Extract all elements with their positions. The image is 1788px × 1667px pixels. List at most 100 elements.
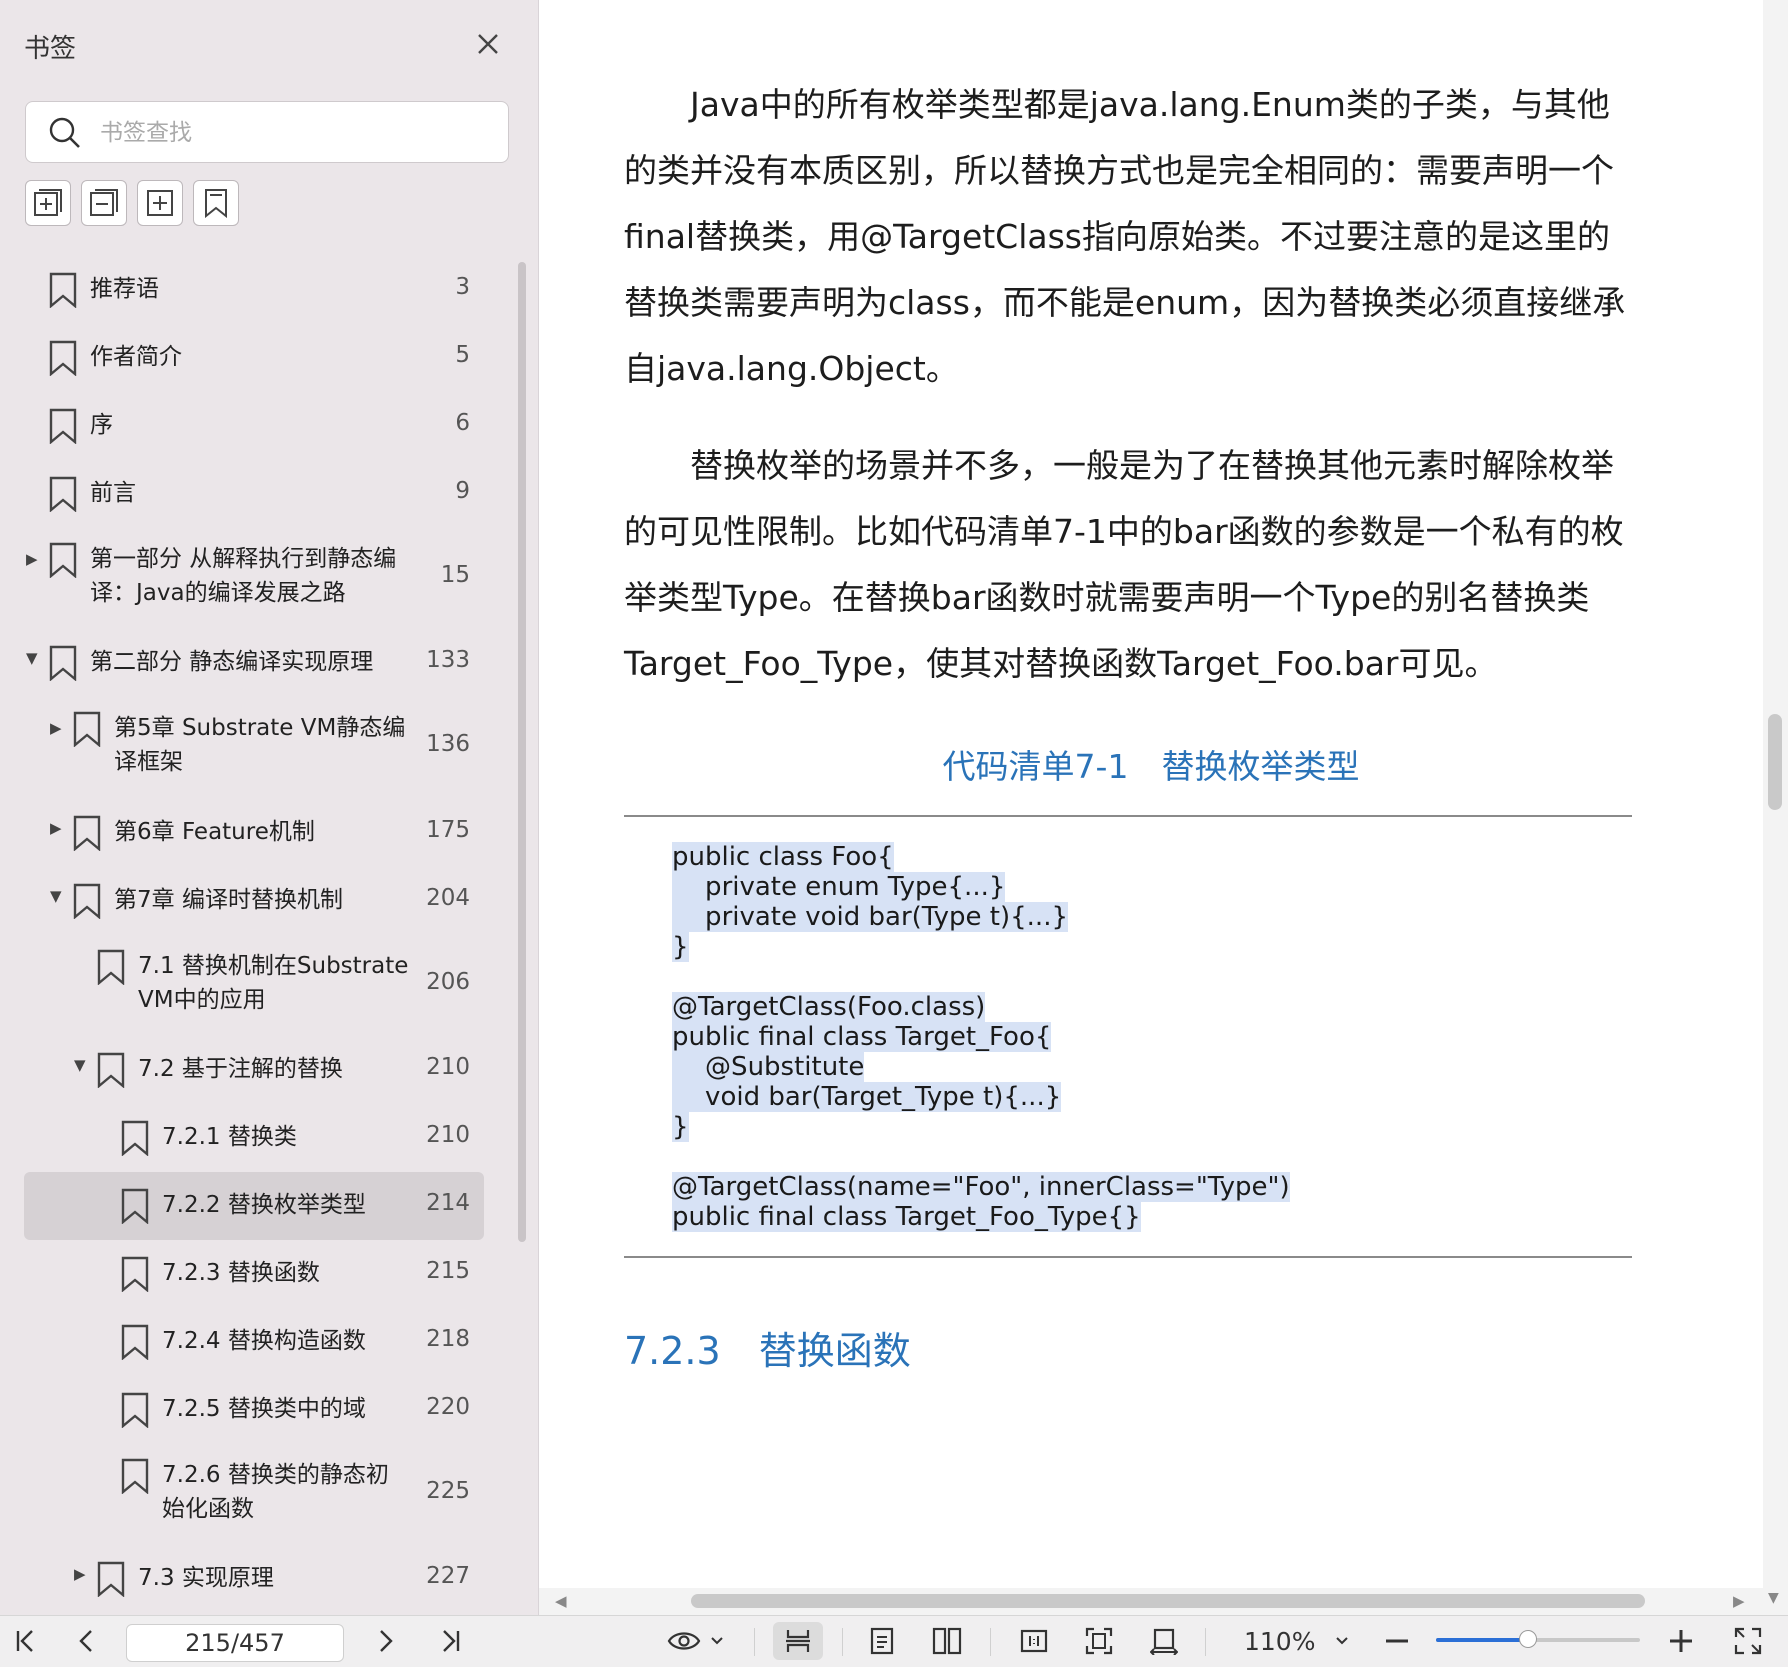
search-icon xyxy=(49,117,80,148)
bookmark-item[interactable]: 7.2.6 替换类的静态初 始化函数 225 xyxy=(24,1444,484,1545)
bookmark-label-line2: 译框架 xyxy=(114,749,183,775)
actual-size-button[interactable] xyxy=(1012,1622,1056,1660)
zoom-dropdown-button[interactable] xyxy=(1330,1622,1354,1660)
add-bookmark-icon xyxy=(34,189,62,216)
section-heading: 7.2.3 替换函数 xyxy=(624,1320,911,1375)
collapse-all-button[interactable] xyxy=(81,180,127,226)
bookmark-item[interactable]: ▶ 7.3 实现原理 227 xyxy=(24,1545,484,1613)
bookmark-item[interactable]: 序6 xyxy=(24,392,484,460)
code-line: private void bar(Type t){...} xyxy=(672,902,1290,932)
code-line-text: @TargetClass(Foo.class) xyxy=(672,992,986,1022)
bookmark-item[interactable]: ▼ 7.2 基于注解的替换 210 xyxy=(24,1036,484,1104)
bookmark-item[interactable]: 7.2.4 替换构造函数 218 xyxy=(24,1308,484,1376)
scroll-left-arrow-icon[interactable]: ◀ xyxy=(555,1592,567,1610)
collapsed-arrow-icon[interactable]: ▶ xyxy=(50,819,64,837)
fit-page-icon xyxy=(1085,1627,1113,1655)
bookmark-label: 7.2.4 替换构造函数 xyxy=(162,1328,366,1354)
last-page-icon xyxy=(443,1630,460,1652)
document-page: Java中的所有枚举类型都是java.lang.Enum类的子类，与其他 的类并… xyxy=(539,0,1763,1588)
bookmark-label-line2: 始化函数 xyxy=(162,1496,254,1522)
fit-page-button[interactable] xyxy=(1077,1622,1121,1660)
vertical-scrollbar[interactable]: ▼ xyxy=(1763,0,1788,1615)
zoom-level[interactable]: 110% xyxy=(1244,1624,1315,1660)
close-sidebar-button[interactable] xyxy=(470,26,506,62)
bookmark-label: 推荐语 xyxy=(90,276,159,302)
bookmark-icon xyxy=(205,189,227,218)
zoom-in-button[interactable] xyxy=(1664,1622,1698,1660)
code-line-text: public final class Target_Foo{ xyxy=(672,1022,1052,1052)
fit-width-button[interactable] xyxy=(1142,1622,1186,1660)
bookmark-item[interactable]: 7.2.2 替换枚举类型 214 xyxy=(24,1172,484,1240)
bookmark-item[interactable]: 推荐语 3 xyxy=(24,256,484,324)
code-line: } xyxy=(672,1112,1290,1142)
bookmark-flag-icon xyxy=(49,645,77,681)
bookmark-flag-icon xyxy=(49,340,77,376)
bookmark-flag-icon xyxy=(121,1458,149,1494)
bookmark-search-box[interactable] xyxy=(25,101,509,163)
bookmark-page-number: 9 xyxy=(455,478,470,504)
previous-page-button[interactable] xyxy=(68,1622,104,1660)
bookmark-page-number: 175 xyxy=(426,817,470,843)
last-page-button[interactable] xyxy=(432,1622,468,1660)
bookmark-item[interactable]: 作者简介 5 xyxy=(24,324,484,392)
first-page-button[interactable] xyxy=(8,1622,44,1660)
bookmark-item[interactable]: ▶ 第一部分 从解释执行到静态编 译：Java的编译发展之路 15 xyxy=(24,528,484,629)
add-child-bookmark-icon xyxy=(147,190,173,216)
continuous-scroll-button[interactable] xyxy=(773,1622,823,1660)
expanded-arrow-icon[interactable]: ▼ xyxy=(50,887,64,905)
zoom-slider-fill xyxy=(1436,1638,1528,1642)
zoom-slider-handle[interactable] xyxy=(1518,1630,1537,1648)
bookmark-flag-icon xyxy=(49,408,77,444)
view-mode-dropdown[interactable] xyxy=(664,1622,728,1660)
bookmark-flag-icon xyxy=(121,1188,149,1224)
sidebar-scrollbar[interactable] xyxy=(518,262,526,1242)
bookmark-label: 7.2.1 替换类 xyxy=(162,1124,297,1150)
bookmark-page-number: 210 xyxy=(426,1122,470,1148)
two-page-button[interactable] xyxy=(925,1622,969,1660)
bookmark-item[interactable]: ▼ 第7章 编译时替换机制 204 xyxy=(24,867,484,935)
collapsed-arrow-icon[interactable]: ▶ xyxy=(74,1565,88,1583)
bookmark-item[interactable]: 前言 9 xyxy=(24,460,484,528)
fullscreen-button[interactable] xyxy=(1728,1622,1768,1660)
bookmark-item[interactable]: 7.2.3 替换函数 215 xyxy=(24,1240,484,1308)
scroll-down-arrow-icon[interactable]: ▼ xyxy=(1768,1590,1779,1606)
expanded-arrow-icon[interactable]: ▼ xyxy=(74,1056,88,1074)
expanded-arrow-icon[interactable]: ▼ xyxy=(26,649,40,667)
vertical-scroll-thumb[interactable] xyxy=(1768,714,1782,810)
single-page-button[interactable] xyxy=(860,1622,904,1660)
page-number-input[interactable]: 215/457 xyxy=(126,1624,344,1662)
section-title: 替换函数 xyxy=(758,1329,911,1373)
bookmark-item[interactable]: ▼ 第二部分 静态编译实现原理 133 xyxy=(24,629,484,697)
toolbar-divider xyxy=(842,1628,843,1656)
bookmark-button[interactable] xyxy=(193,180,239,226)
bookmark-label: 序 xyxy=(90,412,113,438)
bookmark-label: 第5章 Substrate VM静态编 xyxy=(114,715,406,741)
zoom-slider[interactable] xyxy=(1436,1630,1640,1648)
close-icon xyxy=(478,34,498,54)
zoom-out-button[interactable] xyxy=(1380,1622,1414,1660)
bookmark-item[interactable]: 7.2.5 替换类中的域 220 xyxy=(24,1376,484,1444)
bookmark-item[interactable]: 7.1 替换机制在Substrate VM中的应用 206 xyxy=(24,935,484,1036)
bookmark-item[interactable]: ▶ 第6章 Feature机制 175 xyxy=(24,799,484,867)
code-line-text: public final class Target_Foo_Type{} xyxy=(672,1202,1141,1232)
collapsed-arrow-icon[interactable]: ▶ xyxy=(26,550,40,568)
toolbar-divider xyxy=(990,1628,991,1656)
collapsed-arrow-icon[interactable]: ▶ xyxy=(50,719,64,737)
scroll-right-arrow-icon[interactable]: ▶ xyxy=(1733,1592,1745,1610)
code-line: @TargetClass(name="Foo", innerClass="Typ… xyxy=(672,1172,1290,1202)
bookmark-search-input[interactable] xyxy=(98,114,492,152)
bookmark-label: 7.2 基于注解的替换 xyxy=(138,1056,343,1082)
bookmark-page-number: 215 xyxy=(426,1258,470,1284)
add-bookmark-button[interactable] xyxy=(25,180,71,226)
listing-bottom-rule xyxy=(624,1256,1632,1258)
bookmark-item[interactable]: ▶ 第5章 Substrate VM静态编 译框架 136 xyxy=(24,697,484,799)
add-child-bookmark-button[interactable] xyxy=(137,180,183,226)
horizontal-scrollbar[interactable]: ◀ ▶ xyxy=(539,1588,1763,1615)
bookmark-label-line2: 译：Java的编译发展之路 xyxy=(90,580,346,606)
next-page-button[interactable] xyxy=(368,1622,404,1660)
bookmark-item[interactable]: 7.2.1 替换类 210 xyxy=(24,1104,484,1172)
bookmark-page-number: 3 xyxy=(455,274,470,300)
code-line-text: void bar(Target_Type t){...} xyxy=(672,1082,1062,1112)
horizontal-scroll-thumb[interactable] xyxy=(691,1594,1645,1608)
